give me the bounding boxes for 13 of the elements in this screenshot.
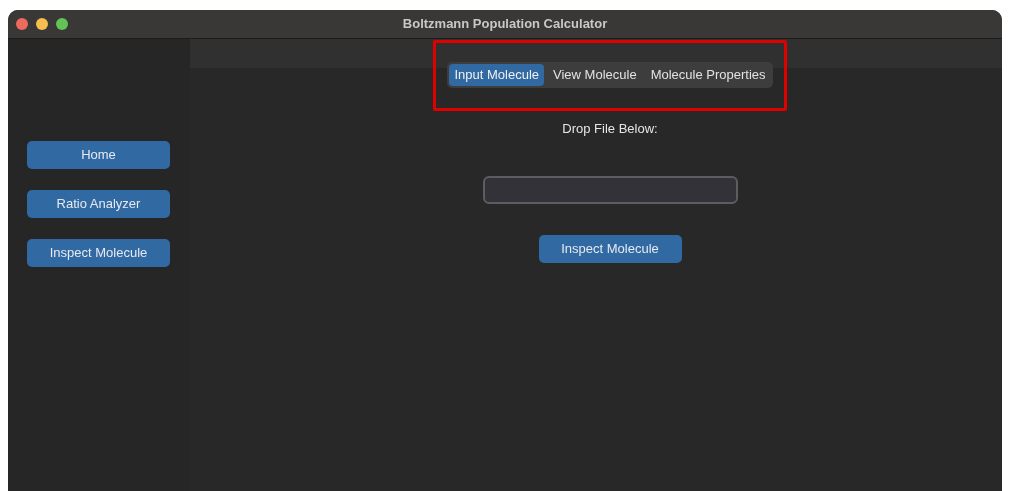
tab[interactable]: Molecule Properties	[645, 64, 771, 86]
file-input-field[interactable]	[482, 176, 738, 204]
tab[interactable]: Input Molecule	[449, 64, 545, 86]
sidebar-button[interactable]: Home	[27, 141, 170, 169]
zoom-icon[interactable]	[56, 18, 68, 30]
drop-file-label: Drop File Below:	[562, 119, 658, 138]
window-title: Boltzmann Population Calculator	[402, 15, 608, 34]
sidebar-button[interactable]: Inspect Molecule	[27, 239, 170, 267]
minimize-icon[interactable]	[36, 18, 48, 30]
sidebar-button[interactable]: Ratio Analyzer	[27, 190, 170, 218]
tab[interactable]: View Molecule	[548, 64, 642, 86]
close-icon[interactable]	[16, 18, 28, 30]
inspect-molecule-button[interactable]: Inspect Molecule	[538, 235, 682, 263]
